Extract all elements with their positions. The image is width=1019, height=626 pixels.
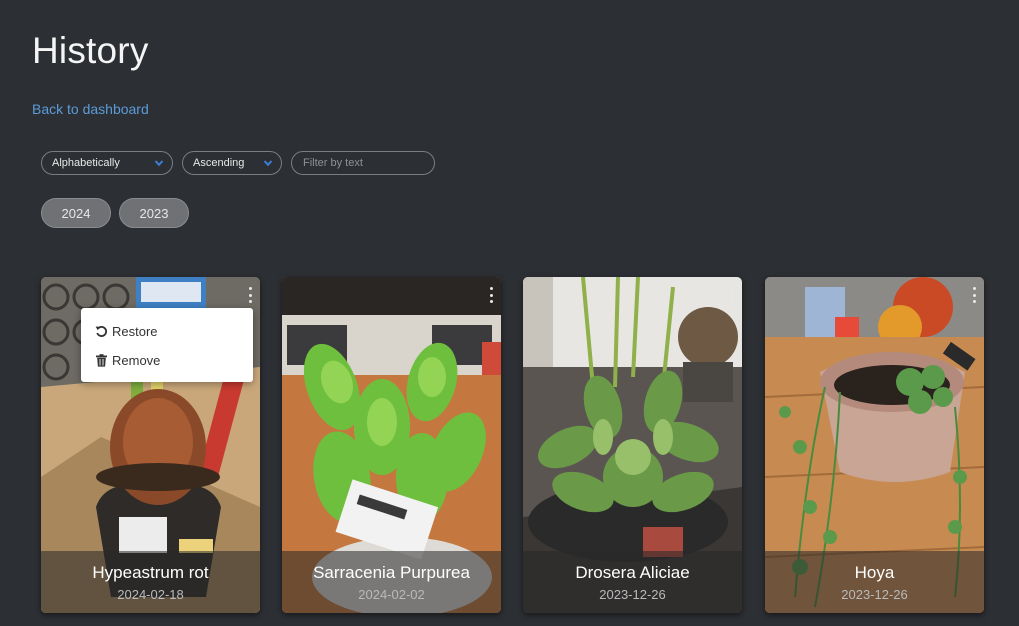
plant-name: Hoya <box>854 562 895 582</box>
filter-controls: Alphabetically Ascending <box>41 151 435 175</box>
sort-select[interactable]: Alphabetically <box>41 151 173 175</box>
card-caption: Hypeastrum rot 2024-02-18 <box>41 551 260 613</box>
plant-date: 2023-12-26 <box>841 586 908 602</box>
page-title: History <box>32 30 149 71</box>
restore-label: Restore <box>112 324 158 339</box>
card-context-menu: Restore Remove <box>81 308 253 382</box>
plant-name: Sarracenia Purpurea <box>313 562 470 582</box>
card-caption: Sarracenia Purpurea 2024-02-02 <box>282 551 501 613</box>
plant-name: Hypeastrum rot <box>92 562 209 582</box>
plant-date: 2023-12-26 <box>599 586 666 602</box>
plant-card[interactable]: Drosera Aliciae 2023-12-26 <box>523 277 742 613</box>
card-menu-button[interactable] <box>728 287 736 303</box>
card-caption: Drosera Aliciae 2023-12-26 <box>523 551 742 613</box>
card-caption: Hoya 2023-12-26 <box>765 551 984 613</box>
trash-icon <box>96 354 107 367</box>
restore-menu-item[interactable]: Restore <box>81 317 253 346</box>
order-select[interactable]: Ascending <box>182 151 282 175</box>
card-menu-button[interactable] <box>487 287 495 303</box>
plant-date: 2024-02-02 <box>358 586 425 602</box>
back-to-dashboard-link[interactable]: Back to dashboard <box>32 101 149 117</box>
card-menu-button[interactable] <box>970 287 978 303</box>
remove-menu-item[interactable]: Remove <box>81 346 253 375</box>
restore-icon <box>95 325 107 337</box>
plant-card[interactable]: Sarracenia Purpurea 2024-02-02 <box>282 277 501 613</box>
plant-name: Drosera Aliciae <box>575 562 690 582</box>
sort-select-value: Alphabetically <box>52 157 120 169</box>
filter-input[interactable] <box>291 151 435 175</box>
year-chip-2024[interactable]: 2024 <box>41 198 111 228</box>
year-chips: 2024 2023 <box>41 198 189 228</box>
card-menu-button[interactable] <box>246 287 254 303</box>
kebab-icon <box>972 287 976 290</box>
plant-card[interactable]: Hoya 2023-12-26 <box>765 277 984 613</box>
chevron-down-icon <box>263 160 273 167</box>
kebab-icon <box>248 287 252 290</box>
chevron-down-icon <box>154 160 164 167</box>
order-select-value: Ascending <box>193 157 245 169</box>
remove-label: Remove <box>112 353 161 368</box>
plant-date: 2024-02-18 <box>117 586 184 602</box>
kebab-icon <box>730 287 734 290</box>
year-chip-2023[interactable]: 2023 <box>119 198 189 228</box>
kebab-icon <box>489 287 493 290</box>
